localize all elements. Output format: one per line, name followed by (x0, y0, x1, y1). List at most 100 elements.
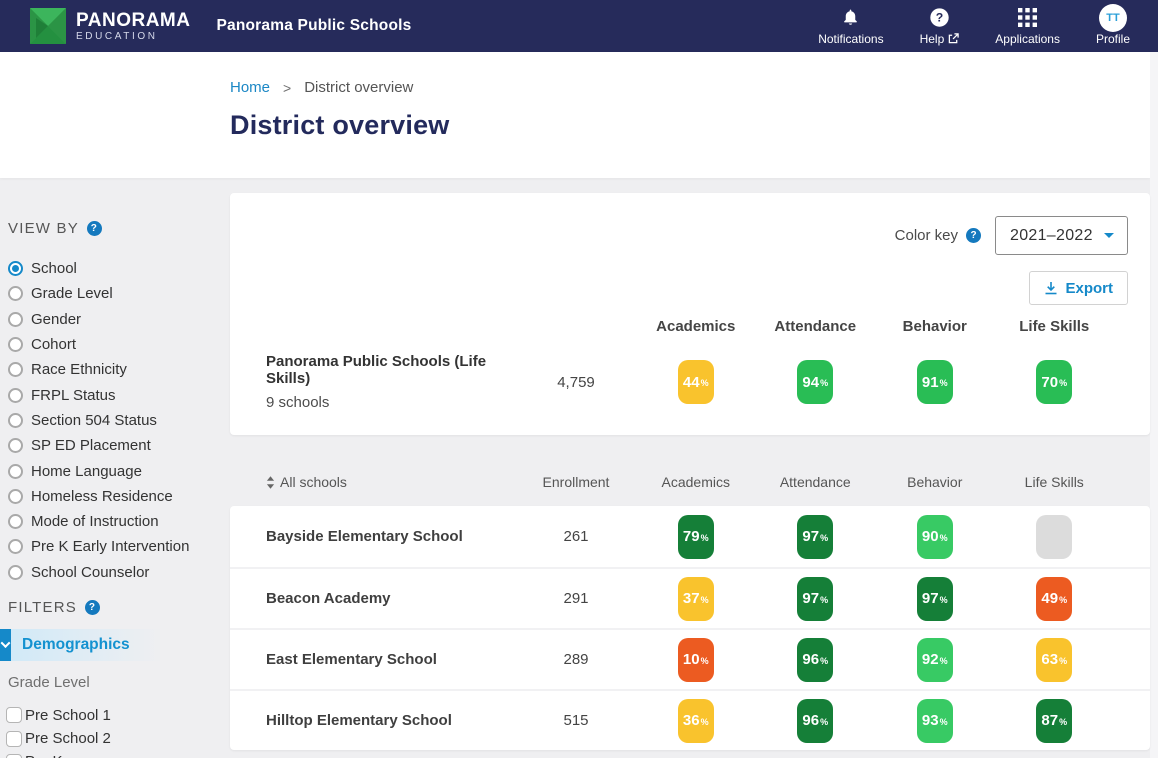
help-button[interactable]: ? Help (920, 7, 960, 46)
view-by-option-gender[interactable]: Gender (0, 307, 216, 332)
radio-icon[interactable] (8, 286, 23, 301)
life-skills-header: Life Skills (995, 474, 1115, 490)
view-by-option-school-counselor[interactable]: School Counselor (0, 560, 216, 585)
score-badge: 91% (917, 360, 953, 404)
view-by-option-pre-k-early-intervention[interactable]: Pre K Early Intervention (0, 534, 216, 559)
score-badge (1036, 515, 1072, 559)
view-by-option-cohort[interactable]: Cohort (0, 332, 216, 357)
view-by-option-label: Race Ethnicity (31, 361, 127, 378)
radio-icon[interactable] (8, 565, 23, 580)
score-badge: 96% (797, 638, 833, 682)
school-row[interactable]: East Elementary School28910%96%92%63% (230, 628, 1150, 689)
view-by-option-homeless-residence[interactable]: Homeless Residence (0, 484, 216, 509)
radio-icon[interactable] (8, 438, 23, 453)
filter-section-demographics[interactable]: Demographics (0, 629, 216, 661)
checkbox-label: Pre School 1 (25, 707, 111, 724)
chevron-down-icon (1103, 232, 1115, 240)
school-name: Hilltop Elementary School (266, 712, 516, 729)
view-by-option-sp-ed-placement[interactable]: SP ED Placement (0, 433, 216, 458)
panorama-logo-icon (30, 8, 66, 44)
checkbox-pre-school-1[interactable]: Pre School 1 (0, 704, 216, 727)
school-row[interactable]: Hilltop Elementary School51536%96%93%87% (230, 689, 1150, 750)
svg-text:?: ? (936, 11, 943, 25)
scrollbar-track[interactable] (1150, 52, 1158, 758)
view-by-option-grade-level[interactable]: Grade Level (0, 281, 216, 306)
view-by-options: SchoolGrade Level Gender Cohort Race Ethnic… (0, 256, 216, 585)
radio-icon[interactable] (8, 489, 23, 504)
district-row-name: Panorama Public Schools (Life Skills) (266, 353, 516, 387)
schools-table: Bayside Elementary School26179%97%90%Bea… (230, 506, 1150, 750)
view-by-option-label: Cohort (31, 336, 76, 353)
view-by-option-label: FRPL Status (31, 387, 115, 404)
school-enrollment: 289 (516, 651, 636, 668)
color-key-help-icon[interactable]: ? (966, 228, 981, 243)
school-row[interactable]: Bayside Elementary School26179%97%90% (230, 506, 1150, 567)
radio-icon[interactable] (8, 362, 23, 377)
view-by-option-home-language[interactable]: Home Language (0, 458, 216, 483)
view-by-option-label: Home Language (31, 463, 142, 480)
checkbox-icon[interactable] (6, 754, 22, 758)
checkbox-icon[interactable] (6, 707, 22, 723)
page-title: District overview (230, 110, 450, 141)
school-name: East Elementary School (266, 651, 516, 668)
external-link-icon (948, 33, 959, 44)
checkbox-pre-k[interactable]: Pre K (0, 750, 216, 758)
district-schools-count: 9 schools (266, 394, 516, 411)
school-year-dropdown[interactable]: 2021–2022 (995, 216, 1128, 255)
profile-button[interactable]: TT Profile (1096, 7, 1130, 46)
score-badge: 92% (917, 638, 953, 682)
radio-icon[interactable] (8, 261, 23, 276)
export-button[interactable]: Export (1029, 271, 1128, 305)
metric-labels-row: Academics Attendance Behavior Life Skill… (230, 315, 1150, 337)
filters-help-icon[interactable]: ? (85, 600, 100, 615)
brand-name: PANORAMA (76, 11, 190, 30)
radio-icon[interactable] (8, 312, 23, 327)
view-by-option-race-ethnicity[interactable]: Race Ethnicity (0, 357, 216, 382)
help-icon: ? (929, 7, 950, 29)
collapse-tab[interactable] (0, 629, 11, 661)
score-badge: 94% (797, 360, 833, 404)
score-badge: 44% (678, 360, 714, 404)
radio-icon[interactable] (8, 388, 23, 403)
filter-group-label: Grade Level (0, 674, 216, 691)
score-badge: 90% (917, 515, 953, 559)
breadcrumb-home-link[interactable]: Home (230, 79, 270, 96)
school-year-value: 2021–2022 (1010, 227, 1093, 245)
column-label-behavior: Behavior (875, 318, 995, 335)
enrollment-header: Enrollment (516, 474, 636, 490)
radio-icon[interactable] (8, 539, 23, 554)
breadcrumb-separator: > (283, 80, 291, 96)
schools-table-header: All schools Enrollment Academics Attenda… (230, 468, 1150, 496)
page-header-band: Home > District overview District overvi… (0, 52, 1150, 178)
applications-button[interactable]: Applications (995, 7, 1060, 46)
checkbox-pre-school-2[interactable]: Pre School 2 (0, 727, 216, 750)
avatar-initials: TT (1099, 4, 1127, 32)
view-by-option-label: School Counselor (31, 564, 149, 581)
school-name: Beacon Academy (266, 590, 516, 607)
school-enrollment: 261 (516, 528, 636, 545)
radio-icon[interactable] (8, 464, 23, 479)
sort-all-schools-header[interactable]: All schools (266, 474, 516, 490)
radio-icon[interactable] (8, 514, 23, 529)
school-row[interactable]: Beacon Academy29137%97%97%49% (230, 567, 1150, 628)
bell-icon (841, 7, 860, 29)
notifications-button[interactable]: Notifications (818, 7, 883, 46)
behavior-header: Behavior (875, 474, 995, 490)
view-by-option-label: Section 504 Status (31, 412, 157, 429)
checkbox-icon[interactable] (6, 731, 22, 747)
brand-subname: EDUCATION (76, 32, 190, 42)
view-by-option-frpl-status[interactable]: FRPL Status (0, 382, 216, 407)
view-by-option-label: Gender (31, 311, 81, 328)
panorama-logo[interactable]: PANORAMA EDUCATION (30, 8, 190, 44)
view-by-option-mode-of-instruction[interactable]: Mode of Instruction (0, 509, 216, 534)
school-enrollment: 291 (516, 590, 636, 607)
radio-icon[interactable] (8, 337, 23, 352)
view-by-option-section-504-status[interactable]: Section 504 Status (0, 408, 216, 433)
view-by-help-icon[interactable]: ? (87, 221, 102, 236)
grade-level-checkboxes: Pre School 1 Pre School 2 Pre K (0, 704, 216, 758)
view-by-option-school[interactable]: School (0, 256, 216, 281)
radio-icon[interactable] (8, 413, 23, 428)
checkbox-label: Pre School 2 (25, 730, 111, 747)
district-summary-row: Panorama Public Schools (Life Skills) 9 … (230, 341, 1150, 423)
breadcrumb: Home > District overview (230, 79, 413, 96)
